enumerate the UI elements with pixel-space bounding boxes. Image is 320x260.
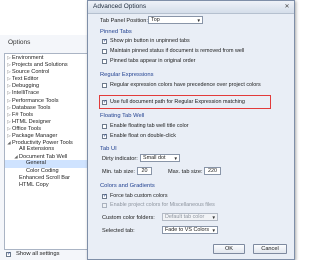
tree-item-label: Projects and Solutions (12, 62, 68, 69)
maintain-pinned-checkbox[interactable]: Maintain pinned status if document is re… (102, 48, 244, 54)
tree-item-label: General (26, 160, 46, 167)
checkbox-icon[interactable] (102, 202, 107, 208)
tab-ui-header: Tab UI (100, 146, 117, 152)
tab-panel-position-value: Top (151, 17, 160, 23)
min-tab-size-label: Min. tab size: (102, 169, 135, 175)
dirty-indicator-dropdown[interactable]: Small dot ▼ (140, 154, 180, 162)
tree-item-label: IntelliTrace (12, 90, 40, 97)
ok-button[interactable]: OK (213, 244, 245, 254)
floating-tab-well-header: Floating Tab Well (100, 113, 145, 119)
tree-item-label: Package Manager (12, 133, 58, 140)
show-pin-button-checkbox[interactable]: Show pin button in unpinned tabs (102, 38, 190, 44)
tree-item-label: Source Control (12, 69, 50, 76)
enable-misc-colors-label: Enable project colors for Miscellaneous … (110, 202, 215, 208)
show-all-settings-checkbox[interactable]: Show all settings (6, 251, 60, 257)
dirty-indicator-value: Small dot (143, 155, 166, 161)
selected-tab-value: Fade to VS Colors (165, 227, 210, 233)
custom-color-folders-dropdown[interactable]: Default tab color ▼ (162, 213, 218, 221)
use-full-path-label: Use full document path for Regular Expre… (110, 99, 245, 105)
regex-header: Regular Expressions (100, 72, 154, 78)
checkbox-icon[interactable] (102, 133, 107, 139)
enable-misc-colors-checkbox[interactable]: Enable project colors for Miscellaneous … (102, 202, 215, 208)
use-full-path-checkbox[interactable]: Use full document path for Regular Expre… (102, 99, 245, 105)
force-custom-colors-checkbox[interactable]: Force tab custom colors (102, 193, 168, 199)
enable-title-color-label: Enable floating tab well title color (110, 123, 189, 129)
checkbox-icon[interactable] (102, 38, 107, 44)
tree-item-label: Enhanced Scroll Bar (19, 174, 70, 181)
tree-item-label: HTML Designer (12, 118, 51, 125)
tree-item-label: Performance Tools (12, 97, 59, 104)
maintain-pinned-label: Maintain pinned status if document is re… (110, 48, 245, 54)
tree-item-label: Text Editor (12, 76, 39, 83)
chevron-down-icon: ▼ (196, 18, 201, 23)
custom-color-folders-value: Default tab color (165, 214, 205, 220)
tree-item-label: All Extensions (19, 146, 55, 153)
colors-gradients-header: Colors and Gradients (100, 183, 155, 189)
tree-item-label: Document Tab Well (19, 154, 68, 161)
checkbox-icon[interactable] (102, 82, 107, 88)
tree-item-label: Database Tools (12, 104, 51, 111)
checkbox-icon[interactable] (102, 58, 107, 64)
chevron-down-icon: ▼ (173, 156, 178, 161)
regex-precedence-checkbox[interactable]: Regular expression colors have precedenc… (102, 82, 261, 88)
tree-item-label: Debugging (12, 83, 40, 90)
tab-panel-position-dropdown[interactable]: Top ▼ (148, 16, 203, 24)
pinned-original-order-checkbox[interactable]: Pinned tabs appear in original order (102, 58, 195, 64)
chevron-down-icon: ▼ (211, 228, 216, 233)
max-tab-size-input[interactable]: 220 (204, 167, 221, 175)
tree-item-label: Color Coding (26, 167, 59, 174)
cancel-button[interactable]: Cancel (253, 244, 287, 254)
dirty-indicator-label: Dirty indicator: (102, 156, 138, 162)
max-tab-size-label: Max. tab size: (168, 169, 203, 175)
checkbox-icon[interactable] (102, 193, 107, 199)
show-all-settings-check-icon[interactable] (6, 251, 11, 257)
chevron-down-icon: ▼ (211, 215, 216, 220)
pinned-tabs-header: Pinned Tabs (100, 29, 132, 35)
tree-item-label: F# Tools (12, 111, 34, 118)
enable-float-dblclick-label: Enable float on double-click (110, 133, 176, 139)
dialog-title: Advanced Options (93, 3, 147, 10)
enable-title-color-checkbox[interactable]: Enable floating tab well title color (102, 123, 189, 129)
enable-float-dblclick-checkbox[interactable]: Enable float on double-click (102, 133, 176, 139)
show-all-settings-label: Show all settings (16, 251, 60, 257)
tree-item-label: Environment (12, 55, 44, 61)
checkbox-icon[interactable] (102, 123, 107, 129)
min-tab-size-input[interactable]: 20 (137, 167, 152, 175)
checkbox-icon[interactable] (102, 48, 107, 54)
regex-precedence-label: Regular expression colors have precedenc… (110, 82, 261, 88)
custom-color-folders-label: Custom color folders: (102, 215, 155, 221)
tree-item-label: HTML Copy (19, 181, 49, 188)
show-pin-button-label: Show pin button in unpinned tabs (110, 38, 190, 44)
pinned-original-order-label: Pinned tabs appear in original order (110, 58, 196, 64)
tree-item-label: Office Tools (12, 125, 42, 132)
selected-tab-label: Selected tab: (102, 228, 135, 234)
checkbox-icon[interactable] (102, 99, 107, 105)
options-window-title: Options (8, 39, 31, 46)
tree-item-label: Productivity Power Tools (12, 140, 73, 147)
force-custom-colors-label: Force tab custom colors (110, 193, 168, 199)
close-icon[interactable]: ✕ (283, 3, 291, 11)
selected-tab-dropdown[interactable]: Fade to VS Colors ▼ (162, 226, 218, 234)
dialog-titlebar: Advanced Options ✕ (88, 1, 294, 14)
tab-panel-position-label: Tab Panel Position: (100, 18, 148, 24)
